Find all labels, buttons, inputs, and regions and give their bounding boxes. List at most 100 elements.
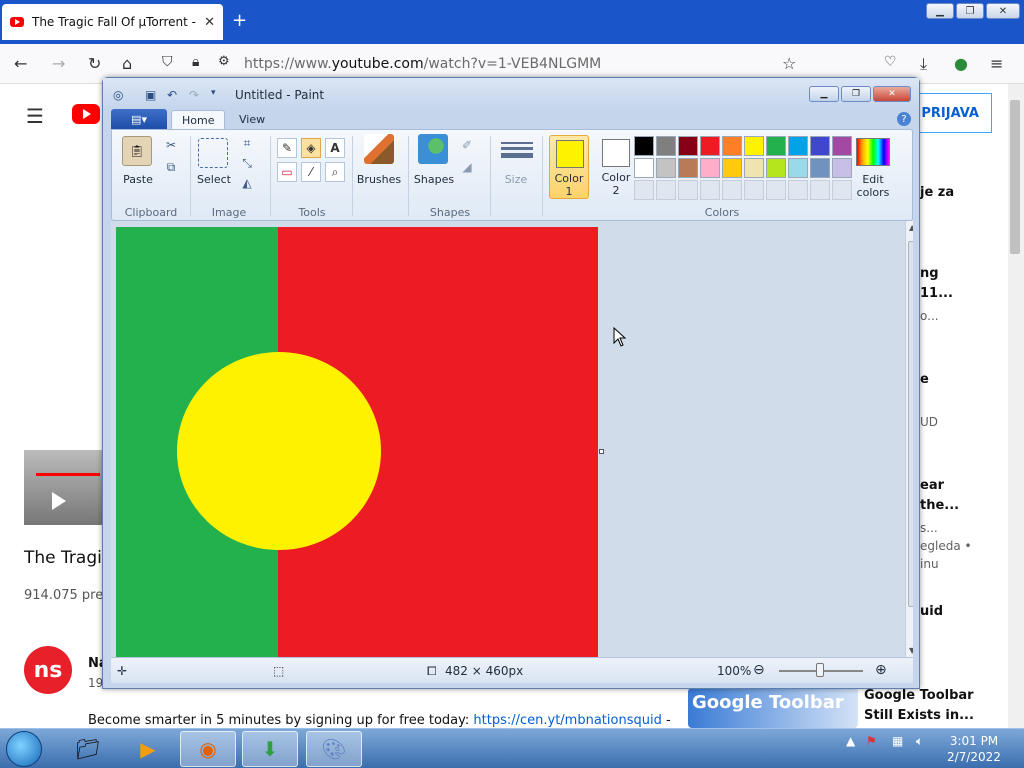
bookmark-star-icon[interactable]: ☆ xyxy=(782,54,796,73)
clock[interactable]: 3:01 PM 2/7/2022 xyxy=(942,733,1006,765)
palette-swatch[interactable] xyxy=(744,136,764,156)
forward-icon[interactable]: → xyxy=(52,54,65,73)
color-picker-icon[interactable]: ⁄ xyxy=(301,162,321,182)
palette-swatch[interactable] xyxy=(678,158,698,178)
outline-icon[interactable]: ✐ xyxy=(458,136,476,154)
crop-icon[interactable]: ⌗ xyxy=(238,134,256,152)
url-bar[interactable]: https://www.youtube.com/watch?v=1-VEB4NL… xyxy=(244,56,601,72)
palette-empty-slot[interactable] xyxy=(722,180,742,200)
paint-minimize-button[interactable]: ▁ xyxy=(809,86,839,102)
palette-empty-slot[interactable] xyxy=(700,180,720,200)
volume-icon[interactable]: 🔈︎ xyxy=(916,734,923,749)
download-manager-taskbar-icon[interactable]: ⬇ xyxy=(242,731,298,767)
cut-icon[interactable]: ✂ xyxy=(162,136,180,154)
back-icon[interactable]: ← xyxy=(14,54,27,73)
palette-swatch[interactable] xyxy=(722,136,742,156)
edit-colors-line2[interactable]: colors xyxy=(852,186,894,199)
file-menu-button[interactable]: ▤ ▾ xyxy=(111,109,167,129)
palette-swatch[interactable] xyxy=(832,158,852,178)
select-icon[interactable] xyxy=(198,138,228,168)
permissions-icon[interactable]: ⚙ xyxy=(218,54,230,69)
start-button[interactable] xyxy=(6,731,42,767)
pencil-icon[interactable]: ✎ xyxy=(277,138,297,158)
tab-close-icon[interactable]: ✕ xyxy=(204,15,215,30)
youtube-menu-icon[interactable]: ☰ xyxy=(26,104,44,128)
palette-swatch[interactable] xyxy=(700,136,720,156)
zoom-out-icon[interactable]: ⊖ xyxy=(753,662,765,678)
explorer-taskbar-icon[interactable]: 📁︎ xyxy=(60,731,116,767)
description-link[interactable]: https://cen.yt/mbnationsquid xyxy=(473,713,661,728)
size-icon[interactable] xyxy=(500,138,534,162)
palette-swatch[interactable] xyxy=(788,136,808,156)
shapes-icon[interactable] xyxy=(418,134,448,164)
palette-empty-slot[interactable] xyxy=(656,180,676,200)
palette-swatch[interactable] xyxy=(788,158,808,178)
select-button[interactable]: Select xyxy=(192,173,236,186)
play-icon[interactable] xyxy=(52,492,66,510)
palette-swatch[interactable] xyxy=(810,136,830,156)
menu-icon[interactable]: ≡ xyxy=(990,54,1003,73)
downloads-icon[interactable]: ⤓ xyxy=(920,54,927,74)
shape-fill-icon[interactable]: ◢ xyxy=(458,158,476,176)
resize-icon[interactable]: ⤡ xyxy=(238,154,256,172)
palette-swatch[interactable] xyxy=(810,158,830,178)
palette-empty-slot[interactable] xyxy=(678,180,698,200)
color1-button[interactable]: Color 1 xyxy=(549,135,589,199)
youtube-logo[interactable] xyxy=(72,104,100,124)
palette-empty-slot[interactable] xyxy=(788,180,808,200)
brushes-button[interactable]: Brushes xyxy=(354,173,404,186)
shapes-button[interactable]: Shapes xyxy=(410,173,458,186)
fill-icon[interactable]: ◈ xyxy=(301,138,321,158)
size-button[interactable]: Size xyxy=(496,173,536,186)
palette-empty-slot[interactable] xyxy=(744,180,764,200)
page-scrollbar-thumb[interactable] xyxy=(1010,100,1020,254)
paint-taskbar-icon[interactable]: 🎨︎ xyxy=(306,731,362,767)
palette-empty-slot[interactable] xyxy=(810,180,830,200)
brush-icon[interactable] xyxy=(364,134,394,164)
tab-home[interactable]: Home xyxy=(171,110,226,129)
palette-empty-slot[interactable] xyxy=(634,180,654,200)
maximize-button[interactable]: ❐ xyxy=(956,3,984,19)
palette-swatch[interactable] xyxy=(634,136,654,156)
shield-icon[interactable]: ⛉ xyxy=(162,54,173,70)
palette-swatch[interactable] xyxy=(722,158,742,178)
pocket-icon[interactable]: ♡ xyxy=(884,54,897,70)
eraser-icon[interactable]: ▭ xyxy=(277,162,297,182)
palette-swatch[interactable] xyxy=(656,136,676,156)
paint-maximize-button[interactable]: ❐ xyxy=(841,86,871,102)
lock-icon[interactable]: 🔒︎ xyxy=(192,54,199,70)
action-center-icon[interactable]: ⚑ xyxy=(866,734,877,748)
paste-icon[interactable]: 📋︎ xyxy=(122,136,152,166)
new-tab-button[interactable]: + xyxy=(232,10,247,31)
palette-swatch[interactable] xyxy=(744,158,764,178)
palette-swatch[interactable] xyxy=(634,158,654,178)
palette-swatch[interactable] xyxy=(832,136,852,156)
copy-icon[interactable]: ⧉ xyxy=(162,158,180,176)
recommended-thumbnail[interactable]: Google Toolbar xyxy=(688,688,858,728)
channel-avatar[interactable]: ns xyxy=(24,646,72,694)
palette-empty-slot[interactable] xyxy=(766,180,786,200)
color2-button[interactable]: Color 2 xyxy=(596,135,636,199)
undo-icon[interactable]: ↶ xyxy=(167,88,177,102)
scroll-up-icon[interactable]: ▲ xyxy=(909,223,913,232)
canvas-area[interactable]: ▲ ▼ xyxy=(111,221,913,657)
paint-app-icon[interactable]: ◎ xyxy=(113,88,123,102)
minimize-button[interactable]: ▁ xyxy=(926,3,954,19)
rotate-icon[interactable]: ◭ xyxy=(238,174,256,192)
paste-button[interactable]: Paste xyxy=(118,173,158,186)
browser-tab-youtube[interactable]: The Tragic Fall Of µTorrent - YouTube ✕ xyxy=(2,4,223,40)
palette-empty-slot[interactable] xyxy=(832,180,852,200)
magnifier-icon[interactable]: ⌕ xyxy=(325,162,345,182)
palette-swatch[interactable] xyxy=(700,158,720,178)
firefox-taskbar-icon[interactable]: ◉ xyxy=(180,731,236,767)
customize-toolbar-icon[interactable]: ▾ xyxy=(211,88,216,98)
reload-icon[interactable]: ↻ xyxy=(88,54,101,73)
scroll-down-icon[interactable]: ▼ xyxy=(909,646,913,655)
help-icon[interactable]: ? xyxy=(897,112,911,126)
paint-title-bar[interactable]: ◎ ▣ ↶ ↷ ▾ Untitled - Paint ▁ ❐ ✕ xyxy=(103,78,919,110)
canvas-scrollbar-thumb[interactable] xyxy=(908,241,913,607)
redo-icon[interactable]: ↷ xyxy=(189,88,199,102)
tab-view[interactable]: View xyxy=(229,110,275,129)
drawing-canvas[interactable] xyxy=(116,227,598,657)
palette-swatch[interactable] xyxy=(678,136,698,156)
